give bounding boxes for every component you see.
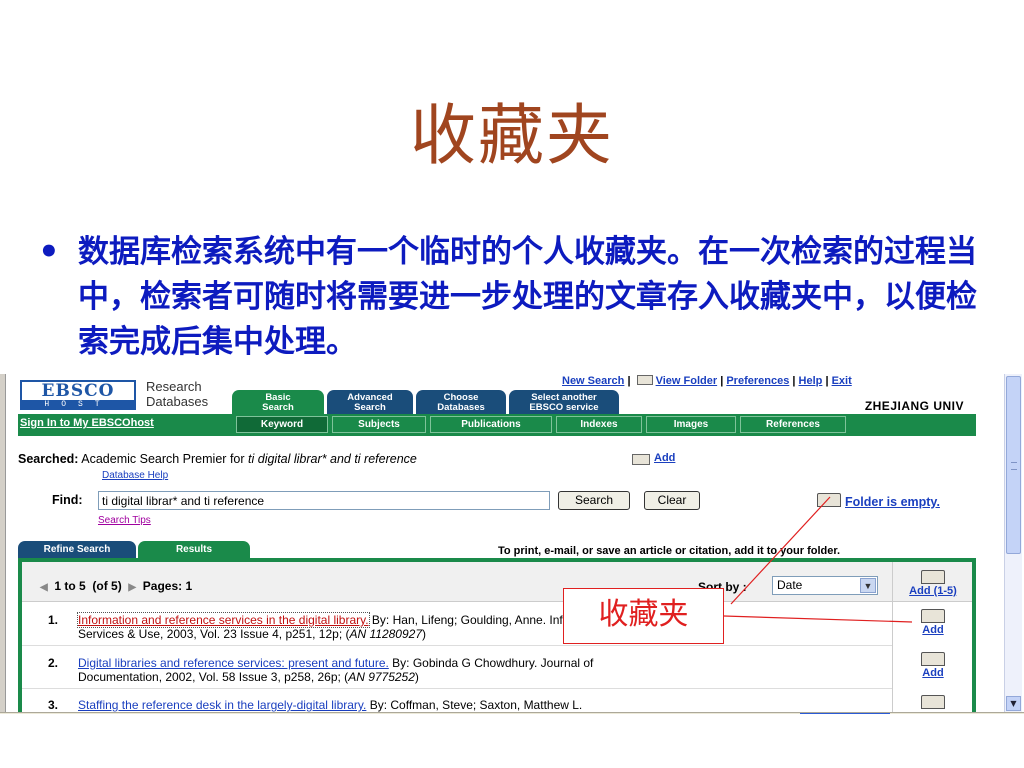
ime-toolbar[interactable]: EN ? - (800, 713, 890, 714)
database-help-link[interactable]: Database Help (102, 470, 168, 481)
logo-text: EBSCO (41, 381, 115, 401)
folder-column: Add (1-5) Add Add (892, 562, 972, 714)
tab-images[interactable]: Images (646, 416, 736, 433)
tab-publications[interactable]: Publications (430, 416, 552, 433)
bullet-marker: • (38, 232, 60, 272)
add-all-link[interactable]: Add (1-5) (893, 585, 973, 597)
preferences-link[interactable]: Preferences (726, 375, 789, 387)
result-citation: Digital libraries and reference services… (78, 656, 594, 684)
scroll-down-icon[interactable]: ▼ (1006, 696, 1021, 711)
status-bar: EN ? - (0, 712, 1024, 714)
sort-select[interactable]: Date ▼ (772, 576, 878, 595)
research-databases-label: Research Databases (146, 379, 209, 409)
tab-basic-search[interactable]: Basic Search (232, 390, 324, 414)
scrollbar-thumb[interactable] (1006, 376, 1021, 554)
add-all-cell: Add (1-5) (893, 570, 973, 597)
tab-indexes[interactable]: Indexes (556, 416, 642, 433)
table-row: 3. Staffing the reference desk in the la… (22, 689, 892, 714)
institution-name: ZHEJIANG UNIV (864, 399, 964, 413)
results-panel: ◀ 1 to 5 (of 5) ▶ Pages: 1 Sort by : Dat… (18, 558, 976, 714)
search-tips-link[interactable]: Search Tips (98, 515, 151, 526)
searched-summary: Searched: Academic Search Premier for ti… (18, 452, 417, 466)
folder-icon (921, 570, 945, 584)
add-cell-1: Add (893, 609, 973, 636)
add-cell-2: Add (893, 652, 973, 679)
result-title-link[interactable]: Staffing the reference desk in the large… (78, 698, 366, 712)
tab-refine-search[interactable]: Refine Search (18, 541, 136, 559)
folder-icon (632, 454, 650, 465)
table-row: 2. Digital libraries and reference servi… (22, 646, 892, 689)
folder-icon (921, 695, 945, 709)
result-title-link[interactable]: Digital libraries and reference services… (78, 656, 389, 670)
top-links: New Search | View Folder | Preferences |… (562, 375, 852, 387)
callout-label: 收藏夹 (563, 588, 724, 644)
help-link[interactable]: Help (799, 375, 823, 387)
folder-icon (921, 609, 945, 623)
clear-button[interactable]: Clear (644, 491, 700, 510)
result-number: 2. (48, 656, 59, 670)
new-search-link[interactable]: New Search (562, 375, 624, 387)
signin-link[interactable]: Sign In to My EBSCOhost (20, 417, 154, 429)
logo-subtext: HOST (22, 400, 134, 409)
view-folder-link[interactable]: View Folder (656, 375, 718, 387)
bullet-text: 数据库检索系统中有一个临时的个人收藏夹。在一次检索的过程当中，检索者可随时将需要… (78, 234, 977, 360)
find-label: Find: (52, 493, 83, 507)
result-number: 1. (48, 613, 59, 627)
add-link-1[interactable]: Add (893, 624, 973, 636)
ebsco-screenshot: EBSCO HOST Research Databases Basic Searc… (0, 374, 1024, 714)
folder-icon (636, 375, 653, 385)
add-search-link[interactable]: Add (654, 452, 675, 464)
window-frame (0, 374, 6, 714)
tab-references[interactable]: References (740, 416, 846, 433)
print-note: To print, e-mail, or save an article or … (498, 545, 841, 557)
tab-select-ebsco-service[interactable]: Select another EBSCO service (509, 390, 619, 414)
pager-row: ◀ 1 to 5 (of 5) ▶ Pages: 1 Sort by : Dat… (22, 562, 972, 602)
folder-status-link[interactable]: Folder is empty. (845, 495, 940, 509)
prev-arrow-icon[interactable]: ◀ (40, 582, 48, 593)
pager: ◀ 1 to 5 (of 5) ▶ Pages: 1 (40, 579, 193, 593)
tab-results[interactable]: Results (138, 541, 250, 559)
add-cell-3 (893, 695, 973, 709)
nav-bar: Sign In to My EBSCOhost Keyword Subjects… (18, 414, 976, 436)
next-arrow-icon[interactable]: ▶ (128, 582, 136, 593)
tab-choose-databases[interactable]: Choose Databases (416, 390, 506, 414)
add-link-2[interactable]: Add (893, 667, 973, 679)
vertical-scrollbar[interactable]: ▼ (1004, 374, 1022, 714)
tab-advanced-search[interactable]: Advanced Search (327, 390, 413, 414)
folder-icon (921, 652, 945, 666)
slide-title: 收藏夹 (410, 97, 614, 174)
search-button[interactable]: Search (558, 491, 630, 510)
result-citation: Staffing the reference desk in the large… (78, 698, 583, 712)
tab-keyword[interactable]: Keyword (236, 416, 328, 433)
result-number: 3. (48, 698, 59, 712)
exit-link[interactable]: Exit (832, 375, 852, 387)
table-row: 1. Information and reference services in… (22, 603, 892, 646)
tab-subjects[interactable]: Subjects (332, 416, 426, 433)
folder-icon (817, 493, 841, 507)
ebsco-logo: EBSCO HOST (20, 380, 136, 410)
chevron-down-icon[interactable]: ▼ (860, 578, 876, 593)
result-title-link[interactable]: Information and reference services in th… (77, 612, 370, 628)
find-input[interactable] (98, 491, 550, 510)
